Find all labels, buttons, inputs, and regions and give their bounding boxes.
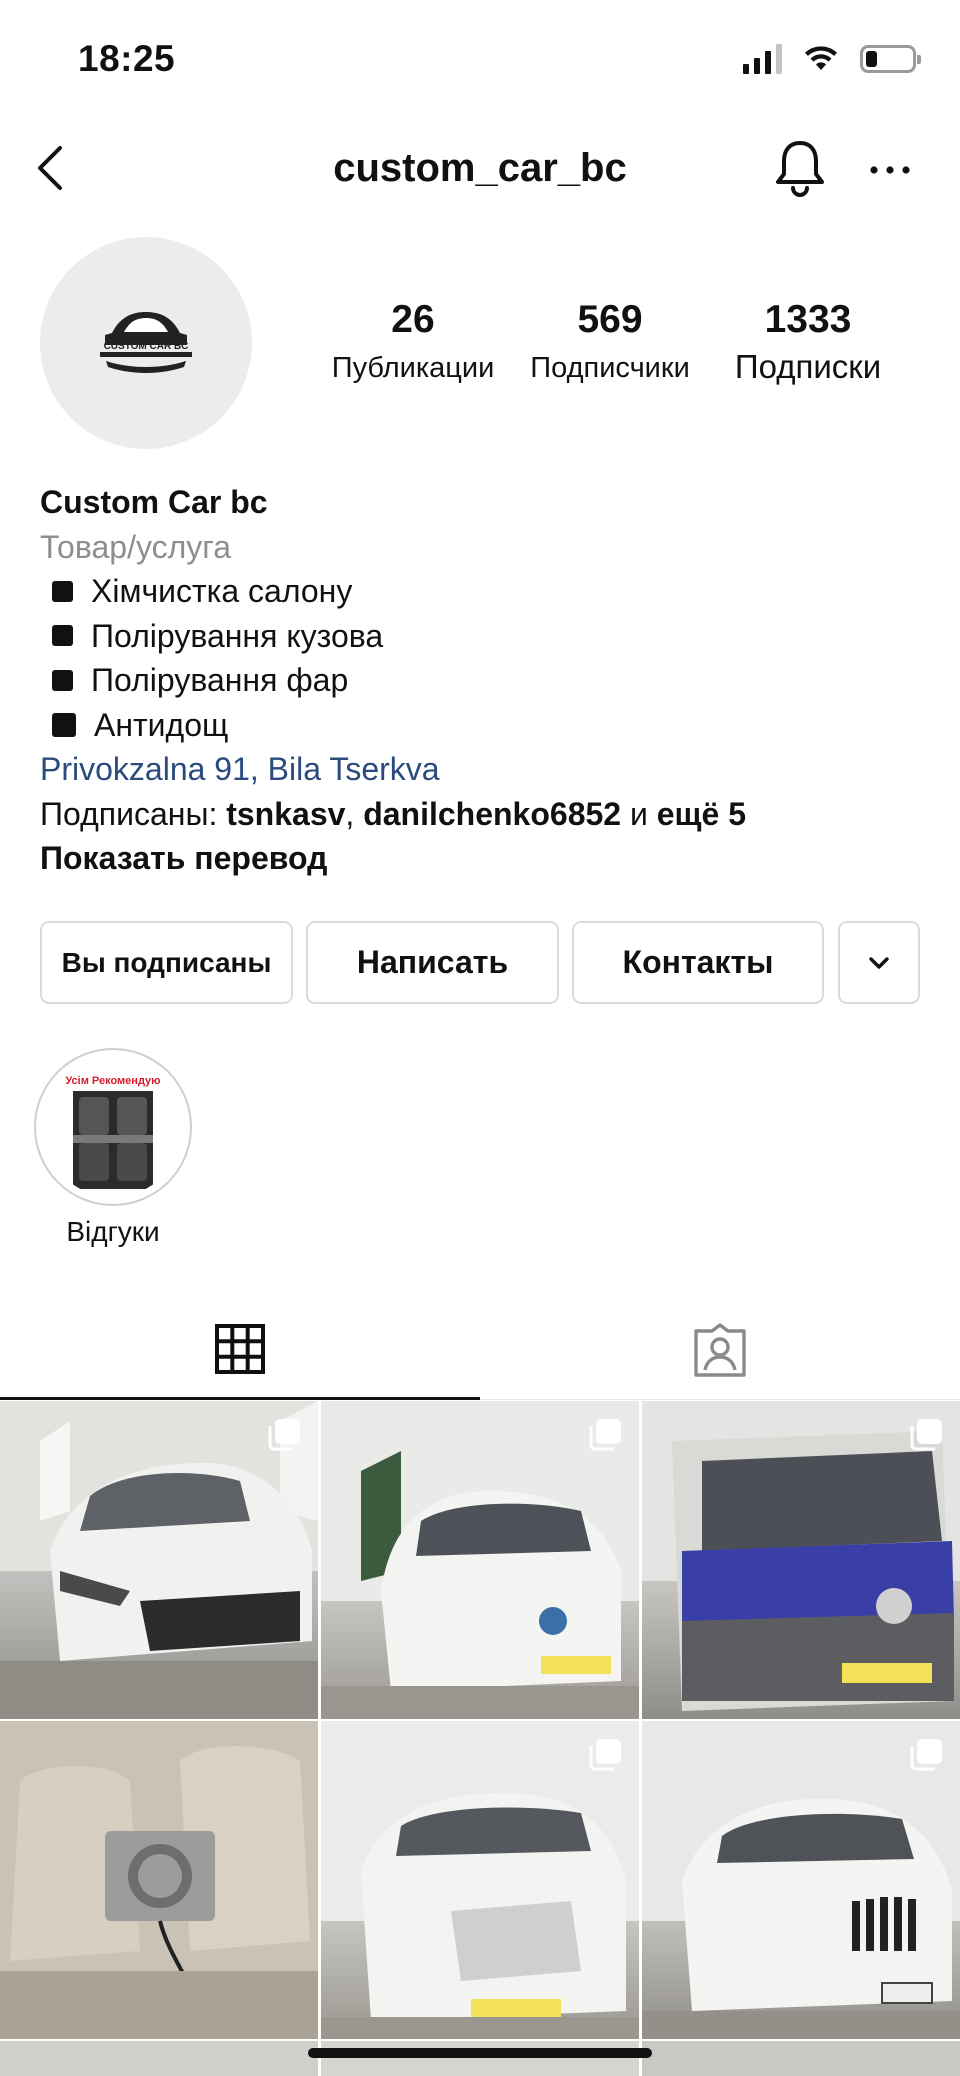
followed-by-prefix: Подписаны:	[40, 795, 227, 832]
profile-header: custom_car_bc	[0, 120, 960, 220]
bell-icon[interactable]	[770, 136, 830, 200]
bio-service-line: Хімчистка салону	[40, 569, 940, 614]
followed-by-and: и	[621, 795, 657, 832]
stat-following[interactable]: 1333 Подписки	[718, 298, 898, 386]
profile-bio: Custom Car bc Товар/услуга Хімчистка сал…	[40, 480, 940, 881]
post-thumbnail[interactable]	[0, 2041, 318, 2076]
story-highlight[interactable]: Усім Рекомендую	[34, 1048, 192, 1206]
bio-service-line: Антидощ	[40, 703, 940, 748]
battery-icon	[860, 45, 921, 73]
highlight-label: Відгуки	[66, 1216, 160, 1247]
highlight-cover-image: Усім Рекомендую	[43, 1057, 183, 1197]
multiple-photos-icon	[589, 1419, 621, 1451]
profile-tabs	[0, 1300, 960, 1400]
black-square-icon	[52, 712, 76, 737]
bio-service-line: Полірування фар	[40, 658, 940, 703]
avatar-logo-text: CUSTOM CAR BC	[104, 341, 189, 352]
bio-service: Хімчистка салону	[91, 573, 353, 609]
followers-count: 569	[577, 298, 643, 341]
post-thumbnail[interactable]	[642, 1721, 960, 2039]
followed-by-user: tsnkasv	[226, 795, 346, 832]
black-square-icon	[52, 580, 73, 602]
bio-service: Полірування фар	[91, 662, 349, 698]
suggested-accounts-button[interactable]	[838, 921, 920, 1004]
grid-icon	[215, 1323, 265, 1374]
black-square-icon	[52, 669, 73, 691]
post-thumbnail[interactable]	[321, 1721, 639, 2039]
status-time: 18:25	[78, 38, 176, 79]
followers-label: Подписчики	[530, 352, 690, 384]
message-button[interactable]: Написать	[306, 921, 559, 1004]
highlight-cover-text: Усім Рекомендую	[65, 1075, 160, 1087]
stat-followers[interactable]: 569 Подписчики	[520, 298, 700, 385]
multiple-photos-icon	[910, 1739, 942, 1771]
bio-service: Полірування кузова	[91, 617, 384, 654]
following-button[interactable]: Вы подписаны	[40, 921, 293, 1004]
chevron-down-icon	[869, 956, 889, 969]
tagged-person-icon	[694, 1322, 746, 1377]
multiple-photos-icon	[589, 1739, 621, 1771]
location-link[interactable]: Privokzalna 91, Bila Tserkva	[40, 747, 940, 792]
contacts-button[interactable]: Контакты	[572, 921, 824, 1004]
tab-posts-grid[interactable]	[0, 1300, 480, 1400]
wifi-icon	[805, 46, 837, 70]
more-options-icon[interactable]	[860, 140, 920, 200]
posts-count: 26	[391, 298, 435, 341]
status-bar: 18:25	[0, 0, 960, 120]
bio-service: Антидощ	[94, 706, 229, 743]
followed-by-more: ещё 5	[656, 795, 747, 832]
followed-by-user: danilchenko6852	[363, 795, 622, 832]
cellular-signal-icon	[743, 44, 782, 74]
followed-by-separator: ,	[345, 795, 364, 832]
multiple-photos-icon	[268, 1419, 300, 1451]
multiple-photos-icon	[910, 1419, 942, 1451]
posts-label: Публикации	[331, 352, 495, 384]
followed-by[interactable]: Подписаны: tsnkasv, danilchenko6852 и ещ…	[40, 792, 940, 837]
battery-level	[866, 51, 877, 67]
post-thumbnail[interactable]	[642, 1401, 960, 1719]
post-thumbnail[interactable]	[642, 2041, 960, 2076]
status-icons	[743, 44, 921, 74]
following-label: Подписки	[734, 348, 882, 385]
profile-name: Custom Car bc	[40, 484, 268, 520]
profile-category: Товар/услуга	[40, 528, 232, 565]
home-indicator[interactable]	[308, 2048, 652, 2058]
following-count: 1333	[764, 298, 852, 341]
stat-posts[interactable]: 26 Публикации	[322, 298, 504, 385]
interior-photo	[0, 1721, 318, 2039]
avatar-logo: CUSTOM CAR BC	[100, 312, 192, 373]
highlight-cover: Усім Рекомендую	[43, 1057, 183, 1197]
post-thumbnail[interactable]	[0, 1401, 318, 1719]
show-translation-link[interactable]: Показать перевод	[40, 836, 940, 881]
post-thumbnail[interactable]	[321, 1401, 639, 1719]
bio-service-line: Полірування кузова	[40, 614, 940, 659]
post-thumbnail[interactable]	[0, 1721, 318, 2039]
profile-avatar[interactable]: CUSTOM CAR BC	[40, 237, 252, 449]
post-thumbnail[interactable]	[321, 2041, 639, 2076]
black-square-icon	[52, 625, 73, 647]
tab-tagged[interactable]	[480, 1300, 960, 1400]
